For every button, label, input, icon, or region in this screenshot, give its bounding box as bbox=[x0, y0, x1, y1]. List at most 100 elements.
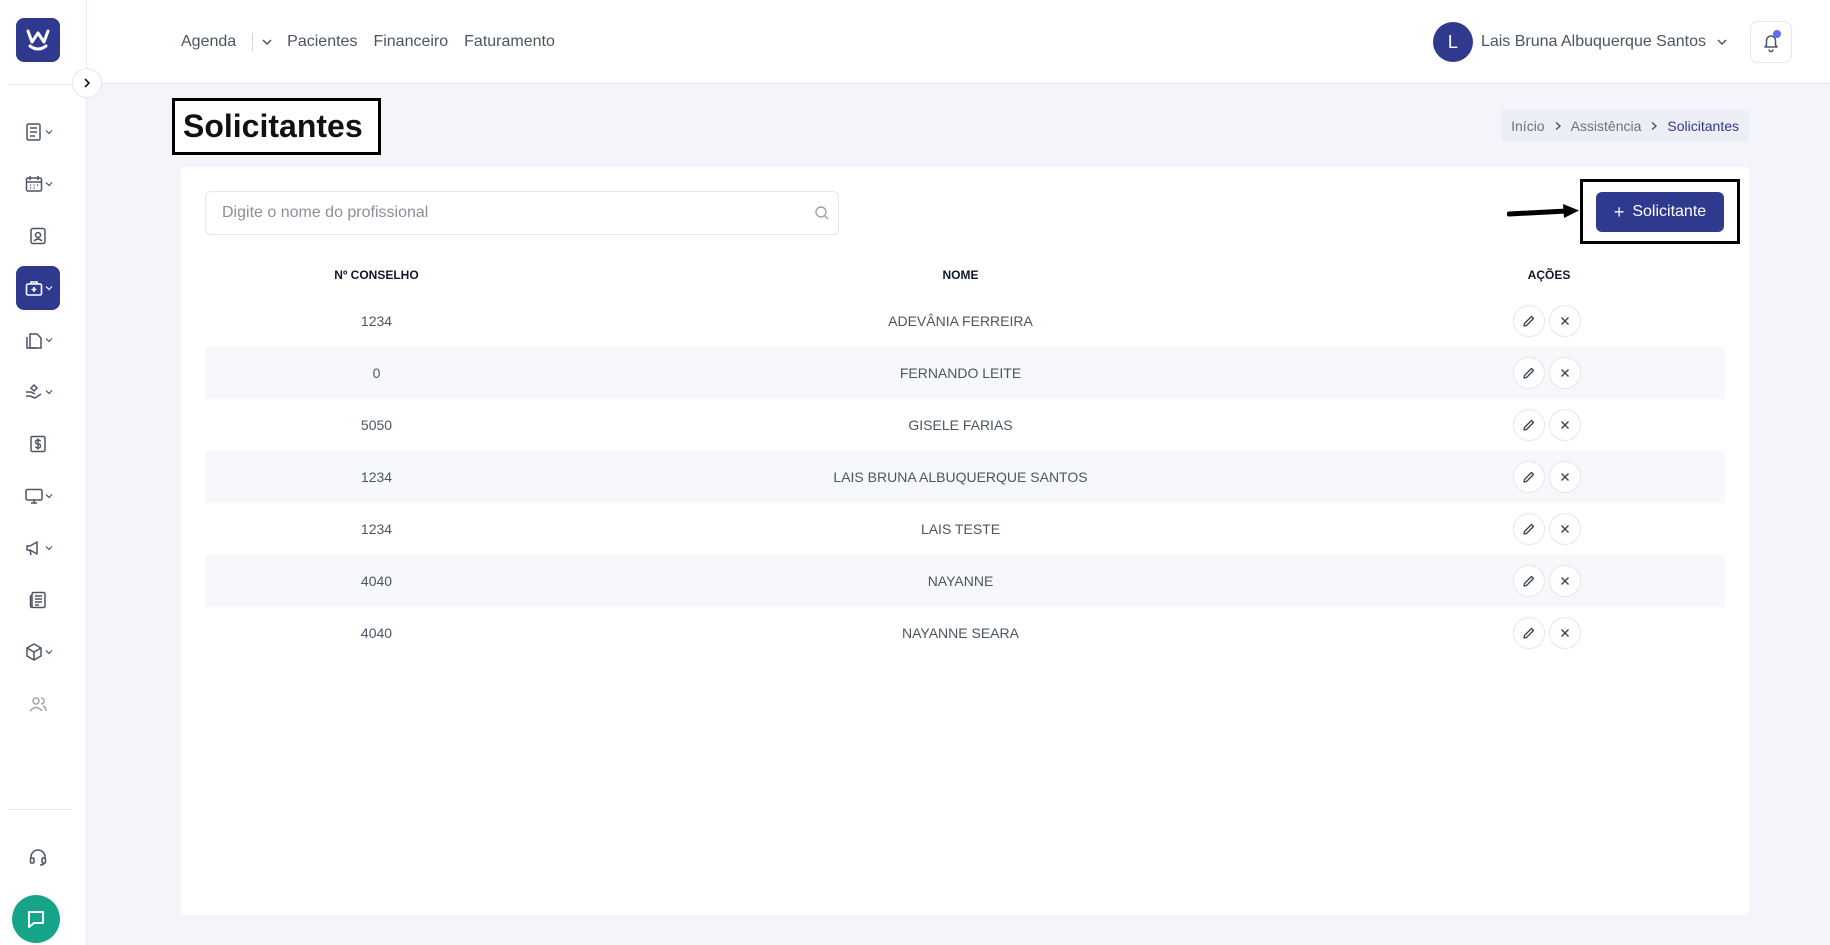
patient-badge-icon bbox=[30, 227, 46, 245]
column-header-nome: NOME bbox=[942, 268, 979, 282]
add-solicitante-label: Solicitante bbox=[1632, 203, 1707, 220]
chevron-right-icon bbox=[1651, 121, 1658, 131]
add-solicitante-button[interactable]: + Solicitante bbox=[1596, 192, 1724, 232]
table-row: 5050 GISELE FARIAS bbox=[205, 399, 1725, 451]
search-icon bbox=[815, 206, 829, 220]
pencil-icon bbox=[1523, 575, 1535, 587]
delete-button[interactable] bbox=[1549, 305, 1581, 337]
cell-conselho: 0 bbox=[372, 365, 381, 381]
pencil-icon bbox=[1523, 471, 1535, 483]
pencil-icon bbox=[1523, 627, 1535, 639]
sidebar-item-agenda[interactable] bbox=[16, 162, 60, 206]
close-icon bbox=[1561, 369, 1569, 377]
cell-actions bbox=[1373, 461, 1725, 493]
sidebar-item-reports[interactable] bbox=[16, 578, 60, 622]
chevron-down-icon bbox=[45, 130, 52, 135]
plus-icon: + bbox=[1613, 201, 1625, 222]
cell-nome: NAYANNE SEARA bbox=[902, 625, 1019, 641]
sidebar-item-users[interactable] bbox=[16, 682, 60, 726]
table-row: 1234 LAIS BRUNA ALBUQUERQUE SANTOS bbox=[205, 451, 1725, 503]
sidebar-item-patients[interactable] bbox=[16, 214, 60, 258]
edit-button[interactable] bbox=[1513, 461, 1545, 493]
edit-button[interactable] bbox=[1513, 617, 1545, 649]
nav-item-pacientes[interactable]: Pacientes bbox=[287, 33, 365, 51]
arrow-annotation-icon bbox=[1507, 204, 1579, 218]
delete-button[interactable] bbox=[1549, 461, 1581, 493]
chevron-down-icon[interactable] bbox=[1716, 36, 1728, 48]
cell-nome: ADEVÂNIA FERREIRA bbox=[888, 313, 1033, 329]
users-icon bbox=[29, 697, 47, 712]
cell-actions bbox=[1373, 409, 1725, 441]
sidebar-item-monitor[interactable] bbox=[16, 474, 60, 518]
close-icon bbox=[1561, 473, 1569, 481]
cell-nome: LAIS TESTE bbox=[920, 521, 1001, 537]
pencil-icon bbox=[1523, 419, 1535, 431]
delete-button[interactable] bbox=[1549, 357, 1581, 389]
user-area: L Lais Bruna Albuquerque Santos bbox=[1432, 0, 1830, 84]
edit-button[interactable] bbox=[1513, 565, 1545, 597]
sidebar-divider bbox=[8, 809, 72, 810]
sidebar-item-documents[interactable] bbox=[16, 318, 60, 362]
search-input[interactable] bbox=[206, 192, 776, 234]
delete-button[interactable] bbox=[1549, 617, 1581, 649]
delete-button[interactable] bbox=[1549, 513, 1581, 545]
chat-button[interactable] bbox=[12, 895, 60, 943]
edit-button[interactable] bbox=[1513, 357, 1545, 389]
close-icon bbox=[1561, 317, 1569, 325]
sidebar bbox=[0, 0, 87, 945]
cell-nome: NAYANNE bbox=[927, 573, 994, 589]
notification-dot bbox=[1773, 30, 1781, 38]
cell-conselho: 1234 bbox=[360, 521, 393, 537]
nav-item-faturamento[interactable]: Faturamento bbox=[464, 33, 563, 51]
table-row: 4040 NAYANNE SEARA bbox=[205, 607, 1725, 659]
medical-kit-icon bbox=[25, 281, 42, 296]
sidebar-item-assistencia[interactable] bbox=[16, 266, 60, 310]
document-list-icon bbox=[25, 123, 41, 141]
avatar[interactable]: L bbox=[1432, 22, 1473, 62]
notifications-button[interactable] bbox=[1750, 21, 1792, 63]
app-logo[interactable] bbox=[16, 18, 60, 62]
sidebar-toggle-button[interactable] bbox=[72, 68, 102, 98]
sidebar-item-inventory[interactable] bbox=[16, 630, 60, 674]
breadcrumb-item-assistencia[interactable]: Assistência bbox=[1571, 118, 1642, 134]
edit-button[interactable] bbox=[1513, 409, 1545, 441]
edit-button[interactable] bbox=[1513, 305, 1545, 337]
column-header-acoes: AÇÕES bbox=[1527, 268, 1571, 282]
logo-mark-icon bbox=[26, 29, 50, 51]
breadcrumb-item-solicitantes: Solicitantes bbox=[1667, 118, 1739, 134]
cell-actions bbox=[1373, 513, 1725, 545]
sidebar-divider bbox=[8, 84, 72, 85]
nav-item-financeiro[interactable]: Financeiro bbox=[373, 33, 456, 51]
sidebar-item-finance[interactable] bbox=[16, 422, 60, 466]
column-header-conselho: Nº CONSELHO bbox=[334, 268, 419, 282]
monitor-icon bbox=[24, 488, 43, 504]
chevron-down-icon bbox=[45, 494, 52, 499]
megaphone-icon bbox=[25, 541, 38, 556]
sidebar-item-marketing[interactable] bbox=[16, 526, 60, 570]
cell-nome: LAIS BRUNA ALBUQUERQUE SANTOS bbox=[833, 469, 1088, 485]
package-icon bbox=[25, 643, 42, 661]
nav-item-agenda[interactable]: Agenda bbox=[181, 33, 244, 51]
chevron-down-icon bbox=[45, 286, 52, 291]
sidebar-item-records[interactable] bbox=[16, 110, 60, 154]
edit-button[interactable] bbox=[1513, 513, 1545, 545]
cell-conselho: 4040 bbox=[360, 625, 393, 641]
chat-icon bbox=[28, 911, 44, 928]
dollar-icon bbox=[30, 435, 46, 453]
user-name[interactable]: Lais Bruna Albuquerque Santos bbox=[1481, 33, 1706, 51]
delete-button[interactable] bbox=[1549, 409, 1581, 441]
cell-conselho: 4040 bbox=[360, 573, 393, 589]
cell-conselho: 5050 bbox=[360, 417, 393, 433]
breadcrumb-item-inicio[interactable]: Início bbox=[1511, 118, 1544, 134]
page-title: Solicitantes bbox=[172, 98, 381, 155]
sidebar-item-care[interactable] bbox=[16, 370, 60, 414]
table-row: 0 FERNANDO LEITE bbox=[205, 347, 1725, 399]
table-row: 4040 NAYANNE bbox=[205, 555, 1725, 607]
search-box bbox=[205, 191, 839, 235]
close-icon bbox=[1561, 577, 1569, 585]
sidebar-item-support[interactable] bbox=[16, 835, 60, 879]
chevron-down-icon bbox=[45, 650, 52, 655]
calendar-icon bbox=[25, 176, 42, 192]
agenda-dropdown-toggle[interactable] bbox=[261, 36, 273, 48]
delete-button[interactable] bbox=[1549, 565, 1581, 597]
